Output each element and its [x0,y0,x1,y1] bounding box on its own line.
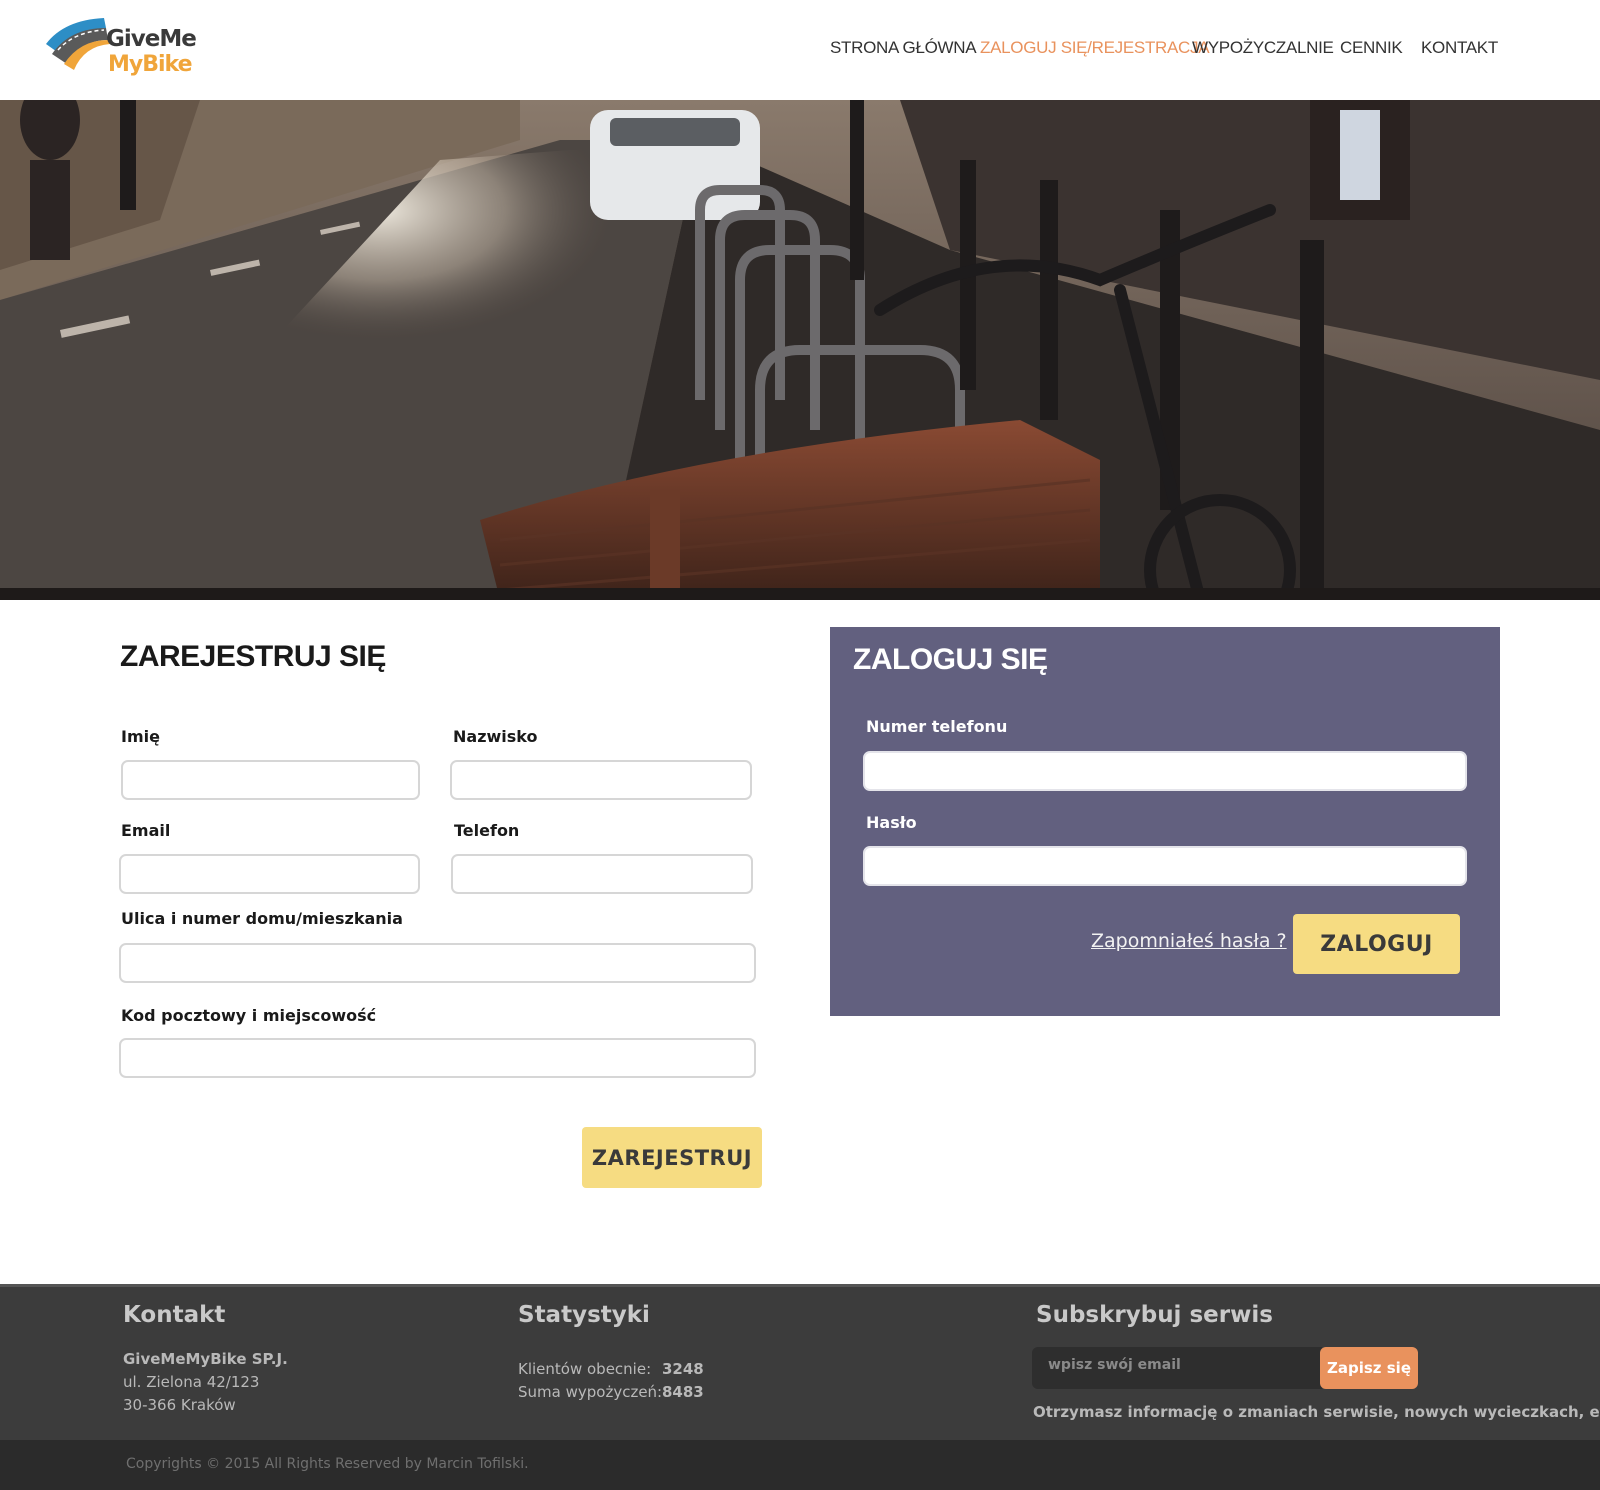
site-footer: Kontakt GiveMeMyBike SP.J. ul. Zielona 4… [0,1284,1600,1440]
stats-rentals-label: Suma wypożyczeń: [518,1383,663,1401]
nav-item-contact[interactable]: KONTAKT [1421,38,1498,58]
brand-name-line1: GiveMe [106,26,197,52]
subscribe-button[interactable]: Zapisz się [1320,1347,1418,1389]
first-name-label: Imię [121,727,160,746]
footer-subscribe-title: Subskrybuj serwis [1036,1302,1273,1328]
login-button[interactable]: ZALOGUJ [1293,914,1460,974]
nav-item-home[interactable]: STRONA GŁÓWNA [830,38,977,58]
stats-clients-label: Klientów obecnie: [518,1360,652,1378]
login-phone-label: Numer telefonu [866,717,1008,736]
last-name-input[interactable] [450,760,752,800]
stats-rentals-value: 8483 [662,1383,704,1401]
footer-stats-title: Statystyki [518,1302,650,1328]
subscribe-note: Otrzymasz informację o zmaniach serwisie… [1033,1403,1600,1421]
hero-image [0,100,1600,600]
footer-contact-title: Kontakt [123,1302,226,1328]
login-phone-input[interactable] [863,751,1467,791]
street-input[interactable] [119,943,756,983]
copyright-bar: Copyrights © 2015 All Rights Reserved by… [0,1440,1600,1490]
postal-label: Kod pocztowy i miejscowość [121,1006,377,1025]
nav-item-pricing[interactable]: CENNIK [1340,38,1403,58]
stats-clients-value: 3248 [662,1360,704,1378]
login-password-input[interactable] [863,846,1467,886]
register-title: ZAREJESTRUJ SIĘ [120,640,386,673]
login-title: ZALOGUJ SIĘ [853,643,1048,676]
brand-name-line2: MyBike [108,52,193,77]
subscribe-email-input[interactable]: wpisz swój email [1032,1347,1322,1389]
footer-company: GiveMeMyBike SP.J. [123,1350,288,1368]
phone-label: Telefon [454,821,520,840]
login-panel: ZALOGUJ SIĘ Numer telefonu Hasło Zapomni… [830,627,1500,1016]
last-name-label: Nazwisko [453,727,538,746]
site-header: GiveMe MyBike STRONA GŁÓWNA ZALOGUJ SIĘ/… [0,0,1600,100]
copyright-text: Copyrights © 2015 All Rights Reserved by… [126,1456,529,1472]
footer-street: ul. Zielona 42/123 [123,1373,260,1391]
brand-logo[interactable]: GiveMe MyBike [44,14,197,84]
street-label: Ulica i numer domu/mieszkania [121,909,403,928]
nav-item-login-register[interactable]: ZALOGUJ SIĘ/REJESTRACJA [980,38,1210,58]
phone-input[interactable] [451,854,753,894]
first-name-input[interactable] [121,760,420,800]
nav-item-rental-shops[interactable]: WYPOŻYCZALNIE [1192,38,1334,58]
email-input[interactable] [119,854,420,894]
forgot-password-link[interactable]: Zapomniałeś hasła ? [1091,930,1287,952]
login-password-label: Hasło [866,813,917,832]
email-label: Email [121,821,171,840]
register-button[interactable]: ZAREJESTRUJ [582,1127,762,1188]
footer-city: 30-366 Kraków [123,1396,236,1414]
postal-input[interactable] [119,1038,756,1078]
